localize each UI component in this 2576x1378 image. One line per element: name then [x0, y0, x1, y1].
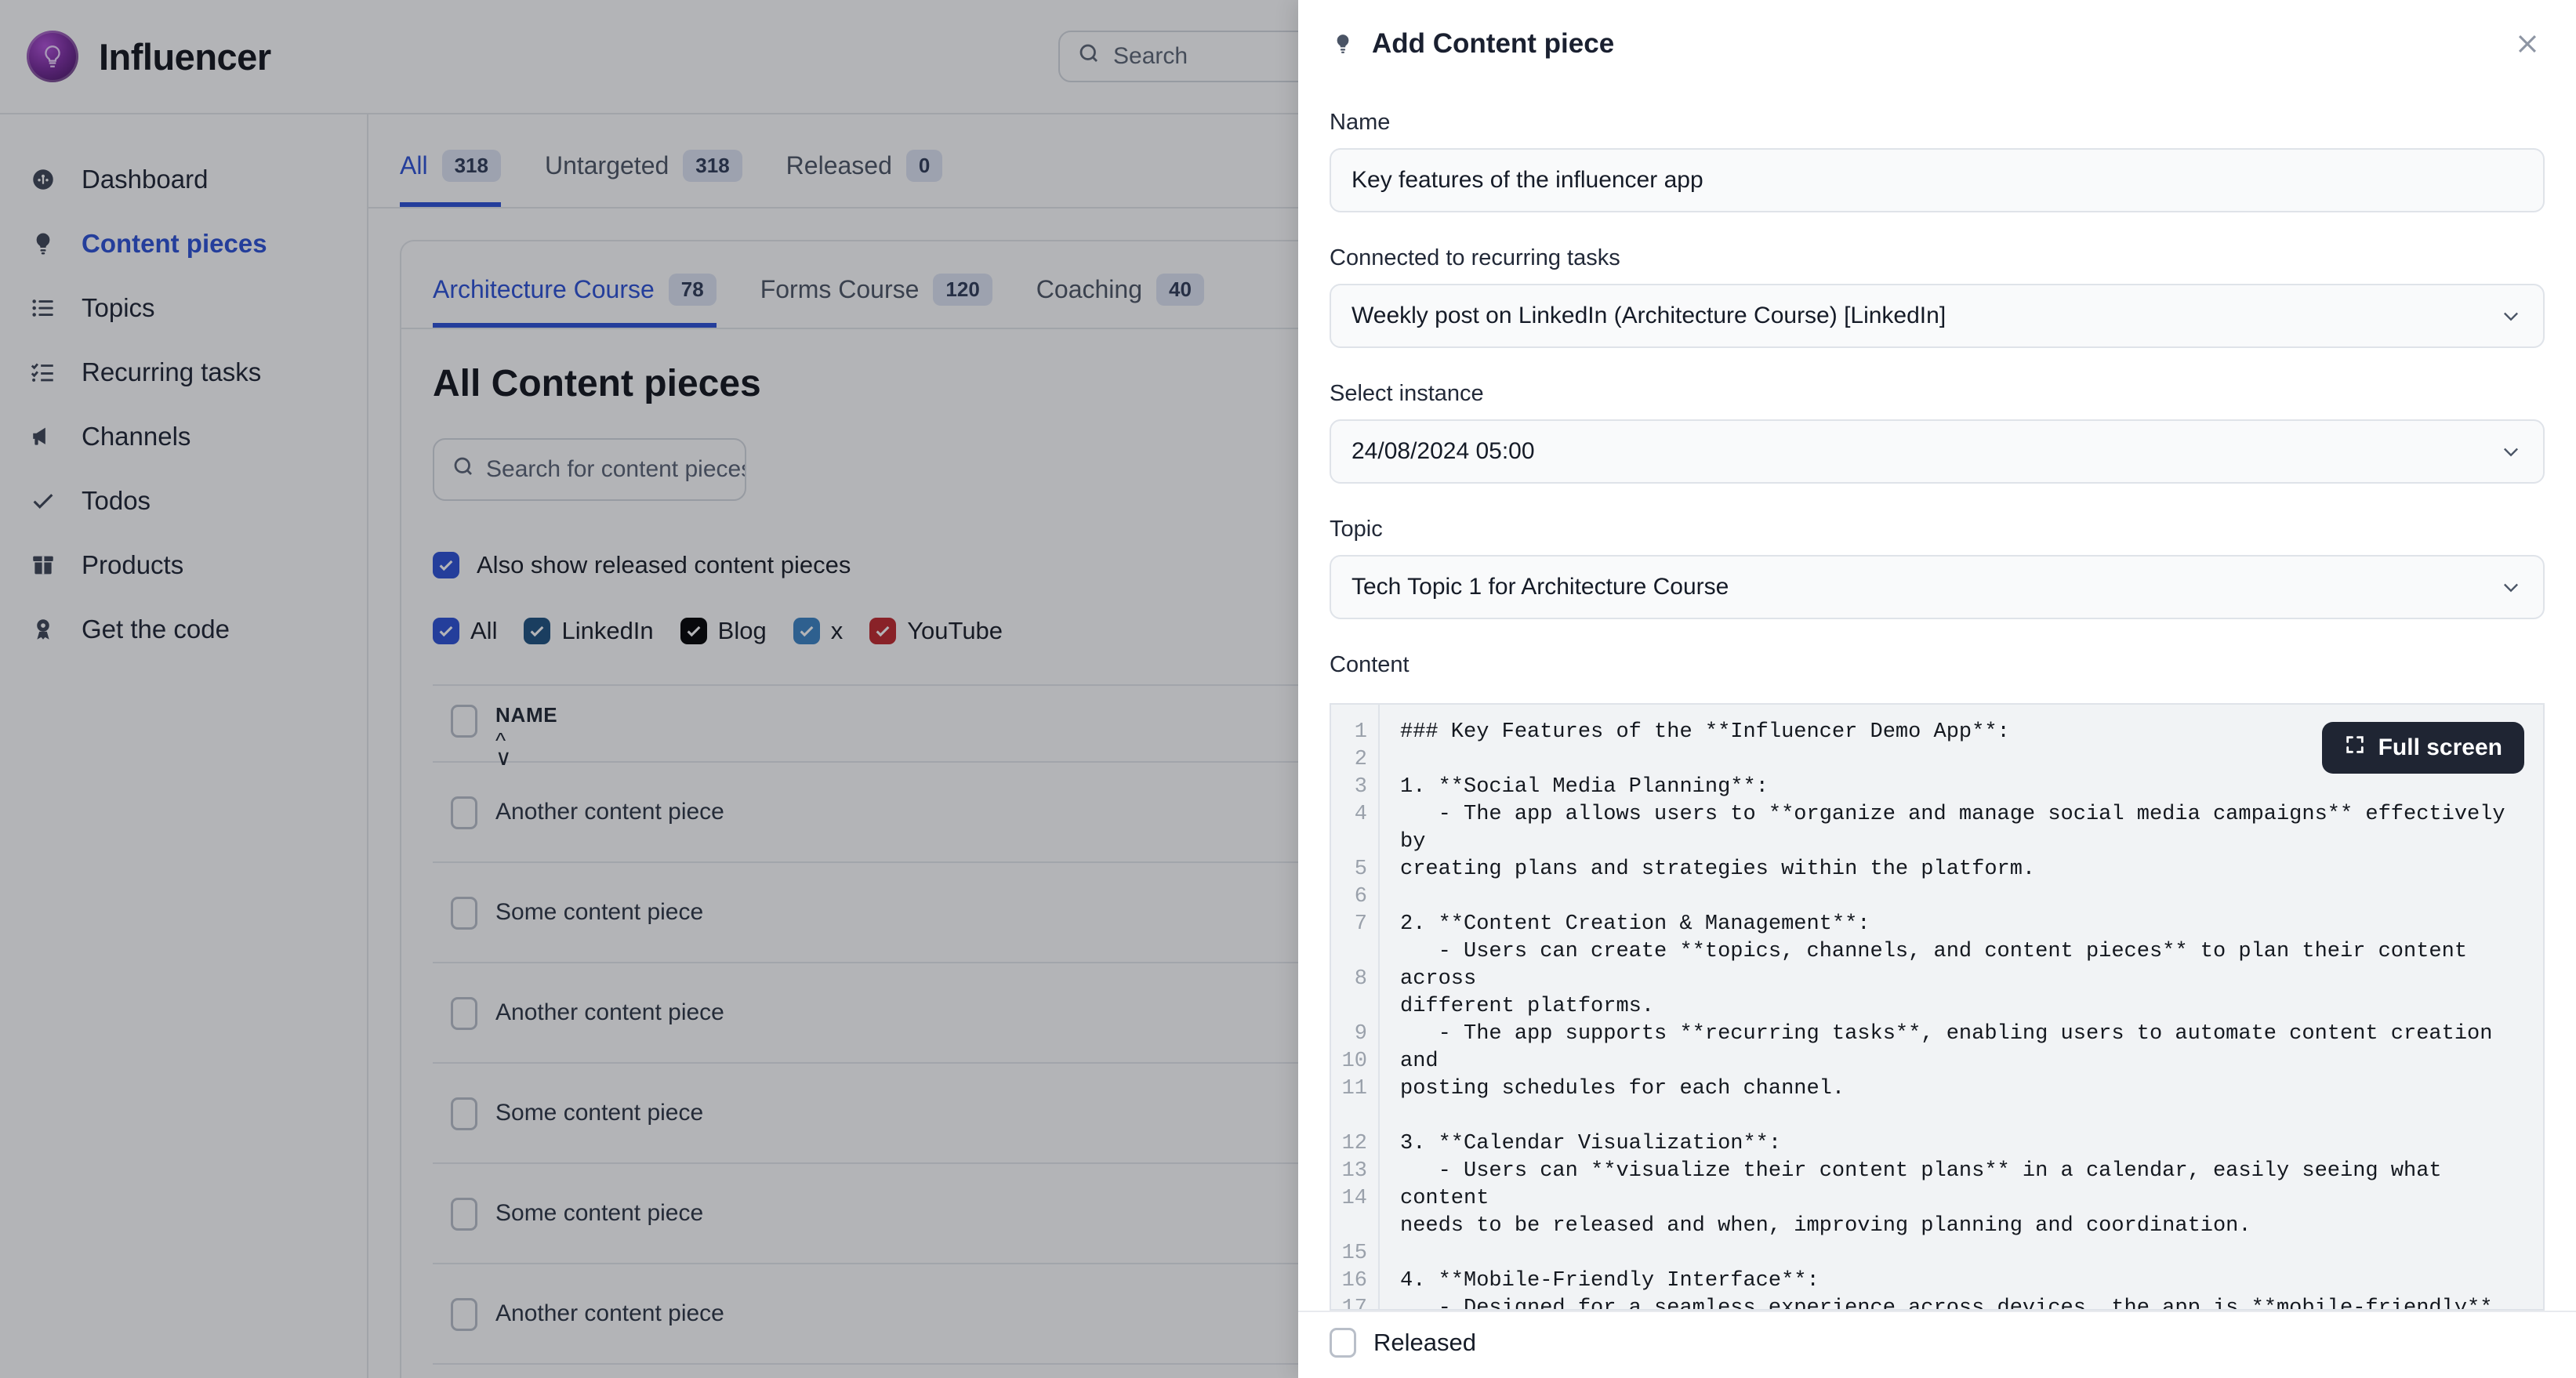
editor-line-number: 4 — [1354, 803, 1367, 826]
recurring-tasks-select[interactable]: Weekly post on LinkedIn (Architecture Co… — [1330, 284, 2545, 348]
editor-line-number: 12 — [1341, 1132, 1367, 1155]
editor-line-number — [1331, 1103, 1367, 1130]
editor-line-number — [1331, 938, 1367, 966]
editor-line-number: 6 — [1354, 885, 1367, 908]
editor-line-number: 2 — [1354, 748, 1367, 771]
full-screen-button[interactable]: Full screen — [2321, 722, 2524, 774]
topic-value: Tech Topic 1 for Architecture Course — [1351, 574, 1729, 600]
released-checkbox[interactable] — [1330, 1328, 1356, 1358]
chevron-down-icon — [2499, 304, 2523, 328]
topic-select[interactable]: Tech Topic 1 for Architecture Course — [1330, 555, 2545, 619]
released-label: Released — [1373, 1329, 1476, 1356]
editor-line-number: 14 — [1341, 1187, 1367, 1210]
editor-line-number — [1331, 993, 1367, 1021]
modal-header: Add Content piece — [1298, 0, 2576, 61]
editor-line-number: 5 — [1354, 858, 1367, 881]
close-icon[interactable] — [2510, 27, 2545, 61]
editor-line-number: 3 — [1354, 775, 1367, 799]
editor-line-number — [1331, 829, 1367, 856]
select-instance-select[interactable]: 24/08/2024 05:00 — [1330, 419, 2545, 484]
modal-title: Add Content piece — [1372, 28, 1615, 59]
editor-line-number: 8 — [1354, 967, 1367, 991]
content-editor[interactable]: Full screen 1 2 3 4 5 6 7 8 9 10 11 12 13 14 15 16 17 ##… — [1330, 703, 2545, 1311]
modal-footer: Released — [1298, 1311, 2576, 1378]
content-label: Content — [1330, 652, 1410, 677]
expand-icon — [2344, 734, 2366, 762]
name-field-label: Name — [1330, 110, 1391, 135]
editor-line-number — [1331, 1213, 1367, 1240]
editor-line-number: 11 — [1341, 1077, 1367, 1101]
editor-line-number: 9 — [1354, 1022, 1367, 1046]
editor-line-numbers: 1 2 3 4 5 6 7 8 9 10 11 12 13 14 15 16 17 — [1331, 705, 1380, 1311]
select-instance-value: 24/08/2024 05:00 — [1351, 438, 1535, 464]
editor-content[interactable]: ### Key Features of the **Influencer Dem… — [1380, 705, 2543, 1309]
editor-line-number: 7 — [1354, 912, 1367, 936]
select-instance-label: Select instance — [1330, 381, 1484, 406]
full-screen-label: Full screen — [2378, 734, 2502, 760]
topic-label: Topic — [1330, 517, 1383, 542]
recurring-tasks-value: Weekly post on LinkedIn (Architecture Co… — [1351, 303, 1947, 328]
editor-line-number: 16 — [1341, 1269, 1367, 1293]
editor-line-number: 15 — [1341, 1242, 1367, 1265]
chevron-down-icon — [2499, 440, 2523, 463]
recurring-tasks-label: Connected to recurring tasks — [1330, 245, 1620, 270]
editor-line-number: 17 — [1341, 1296, 1367, 1311]
editor-line-number: 10 — [1341, 1050, 1367, 1073]
editor-line-number: 1 — [1354, 720, 1367, 744]
add-content-piece-modal: Add Content piece Name Key features of t… — [1298, 0, 2576, 1378]
editor-line-number: 13 — [1341, 1159, 1367, 1183]
lightbulb-icon — [1330, 31, 1356, 57]
modal-body: Name Key features of the influencer app … — [1298, 61, 2576, 1311]
name-input-value: Key features of the influencer app — [1351, 167, 1703, 193]
chevron-down-icon — [2499, 575, 2523, 599]
name-input[interactable]: Key features of the influencer app — [1330, 148, 2545, 212]
